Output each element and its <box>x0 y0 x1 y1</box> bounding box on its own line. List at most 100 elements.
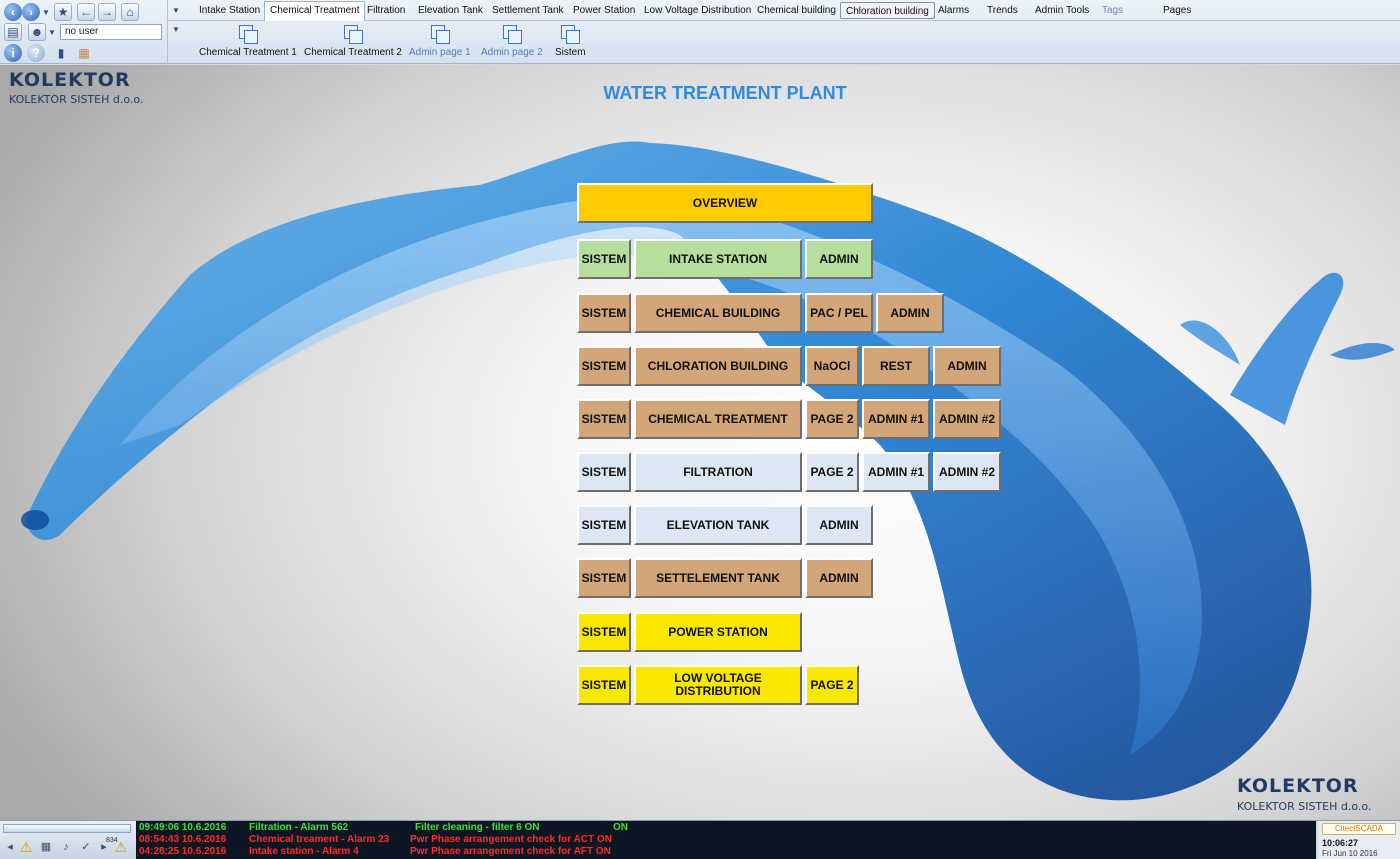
battery-icon: ▮ <box>57 46 65 60</box>
tab-intake-station[interactable]: Intake Station <box>194 2 265 19</box>
page-title: WATER TREATMENT PLANT <box>603 83 847 103</box>
page-icon <box>502 25 522 44</box>
lowvoltage-page2-button[interactable]: PAGE 2 <box>805 665 859 705</box>
forward-icon[interactable]: › <box>22 3 40 21</box>
tab-low-voltage-distribution[interactable]: Low Voltage Distribution <box>639 2 756 19</box>
tab-elevation-tank[interactable]: Elevation Tank <box>413 2 488 19</box>
chemtreat-sistem-button[interactable]: SISTEM <box>577 399 631 439</box>
kolektor-logo-bottom: KOLEKTOR <box>1237 775 1359 797</box>
chemtreat-page2-button[interactable]: PAGE 2 <box>805 399 859 439</box>
filtration-page2-button[interactable]: PAGE 2 <box>805 452 859 492</box>
chevron-down-icon[interactable]: ▼ <box>172 6 180 15</box>
tab-admin-tools[interactable]: Admin Tools <box>1030 2 1094 19</box>
silence-icon[interactable]: ♪ <box>58 839 74 855</box>
alarm-toolbar: ◂ ⚠ ▦ ♪ ✓ ▸ 834 ⚠ <box>0 821 136 859</box>
page-tabs: ▼ Intake Station Chemical Treatment Filt… <box>168 0 1400 21</box>
intake-admin-button[interactable]: ADMIN <box>805 239 873 279</box>
prev-page-icon[interactable]: ← <box>77 3 95 21</box>
chembuilding-admin-button[interactable]: ADMIN <box>876 293 944 333</box>
company-name-bottom: KOLEKTOR SISTEH d.o.o. <box>1237 800 1372 813</box>
tab-pages[interactable]: Pages <box>1158 2 1196 19</box>
lowvoltage-sistem-button[interactable]: SISTEM <box>577 665 631 705</box>
subpage-admin-page-2[interactable]: Admin page 2 <box>481 25 543 58</box>
pac-pel-button[interactable]: PAC / PEL <box>805 293 873 333</box>
naocl-button[interactable]: NaOCl <box>805 346 859 386</box>
chemical-building-button[interactable]: CHEMICAL BUILDING <box>634 293 802 333</box>
tab-chloration-building[interactable]: Chloration building <box>840 2 935 19</box>
alarm-state: ON <box>613 822 628 833</box>
subpage-label: Chemical Treatment 2 <box>304 47 402 58</box>
chevron-down-icon[interactable]: ▼ <box>172 25 180 34</box>
power-station-button[interactable]: POWER STATION <box>634 612 802 652</box>
page-icon <box>430 25 450 44</box>
settlement-tank-button[interactable]: SETTELEMENT TANK <box>634 558 802 598</box>
alarm-scroll-slider[interactable] <box>3 824 131 833</box>
elevation-admin-button[interactable]: ADMIN <box>805 505 873 545</box>
main-display: KOLEKTOR KOLEKTOR SISTEH d.o.o. KOLEKTOR… <box>0 65 1400 820</box>
power-sistem-button[interactable]: SISTEM <box>577 612 631 652</box>
alarm-description: Pwr Phase arrangement check for AFT ON <box>410 846 611 857</box>
warning-icon[interactable]: ⚠ <box>113 839 129 855</box>
filtration-admin1-button[interactable]: ADMIN #1 <box>862 452 930 492</box>
tab-tags[interactable]: Tags <box>1097 2 1128 19</box>
chloration-admin-button[interactable]: ADMIN <box>933 346 1001 386</box>
next-page-icon[interactable]: → <box>98 3 116 21</box>
user-login-icon[interactable]: ☻ <box>28 23 46 41</box>
low-voltage-distribution-button[interactable]: LOW VOLTAGE DISTRIBUTION <box>634 665 802 705</box>
intake-sistem-button[interactable]: SISTEM <box>577 239 631 279</box>
tab-filtration[interactable]: Filtration <box>362 2 410 19</box>
acknowledge-icon[interactable]: ✓ <box>78 839 94 855</box>
help-icon[interactable]: ? <box>27 44 45 62</box>
warning-icon[interactable]: ⚠ <box>18 839 34 855</box>
tab-chemical-building[interactable]: Chemical building <box>752 2 841 19</box>
tab-trends[interactable]: Trends <box>982 2 1023 19</box>
print-icon[interactable]: ▤ <box>4 23 22 41</box>
overview-button[interactable]: OVERVIEW <box>577 183 873 223</box>
chemtreat-admin1-button[interactable]: ADMIN #1 <box>862 399 930 439</box>
rest-button[interactable]: REST <box>862 346 930 386</box>
scroll-left-icon[interactable]: ◂ <box>2 839 18 855</box>
intake-station-button[interactable]: INTAKE STATION <box>634 239 802 279</box>
tab-settlement-tank[interactable]: Settlement Tank <box>487 2 569 19</box>
subpage-label: Admin page 2 <box>481 47 543 58</box>
alarm-row[interactable]: 04:28:25 10.6.2016 Intake station - Alar… <box>139 845 611 858</box>
tab-alarms[interactable]: Alarms <box>933 2 974 19</box>
navigation-controls: ‹ › ▼ ★ ← → ⌂ ▤ ☻ ▼ no user i ? ▮ ▦ <box>0 0 168 64</box>
status-panel: CitectSCADA 10:06:27 Fri Jun 10 2016 <box>1318 821 1400 859</box>
subpage-label: Sistem <box>555 47 586 58</box>
water-splash-image <box>21 141 1395 801</box>
tab-power-station[interactable]: Power Station <box>568 2 640 19</box>
subpage-chemical-treatment-1[interactable]: Chemical Treatment 1 <box>199 25 297 58</box>
alarm-filter-icon[interactable]: ▦ <box>38 839 54 855</box>
chembuilding-sistem-button[interactable]: SISTEM <box>577 293 631 333</box>
chemtreat-admin2-button[interactable]: ADMIN #2 <box>933 399 1001 439</box>
bookmark-icon[interactable]: ★ <box>54 3 72 21</box>
chloration-building-button[interactable]: CHLORATION BUILDING <box>634 346 802 386</box>
elevation-sistem-button[interactable]: SISTEM <box>577 505 631 545</box>
settlement-sistem-button[interactable]: SISTEM <box>577 558 631 598</box>
alarm-source: Intake station - Alarm 4 <box>249 846 359 857</box>
chemical-treatment-button[interactable]: CHEMICAL TREATMENT <box>634 399 802 439</box>
subpage-label: Chemical Treatment 1 <box>199 47 297 58</box>
filtration-button[interactable]: FILTRATION <box>634 452 802 492</box>
tab-chemical-treatment[interactable]: Chemical Treatment <box>264 1 366 21</box>
home-icon[interactable]: ⌂ <box>121 3 139 21</box>
subpage-admin-page-1[interactable]: Admin page 1 <box>409 25 471 58</box>
subpage-label: Admin page 1 <box>409 47 471 58</box>
subpage-sistem[interactable]: Sistem <box>555 25 586 58</box>
filtration-sistem-button[interactable]: SISTEM <box>577 452 631 492</box>
user-field[interactable]: no user <box>60 24 162 40</box>
elevation-tank-button[interactable]: ELEVATION TANK <box>634 505 802 545</box>
chevron-down-icon[interactable]: ▼ <box>48 28 56 37</box>
chloration-sistem-button[interactable]: SISTEM <box>577 346 631 386</box>
chevron-down-icon[interactable]: ▼ <box>42 8 50 17</box>
page-icon <box>343 25 363 44</box>
subpage-chemical-treatment-2[interactable]: Chemical Treatment 2 <box>304 25 402 58</box>
filtration-admin2-button[interactable]: ADMIN #2 <box>933 452 1001 492</box>
info-icon[interactable]: i <box>4 44 22 62</box>
alarm-list: 09:49:06 10.6.2016 Filtration - Alarm 56… <box>136 821 1316 859</box>
notes-icon[interactable]: ▦ <box>75 44 93 62</box>
settlement-admin-button[interactable]: ADMIN <box>805 558 873 598</box>
subpage-bar: ▼ Chemical Treatment 1 Chemical Treatmen… <box>168 21 1400 64</box>
back-icon[interactable]: ‹ <box>4 3 22 21</box>
